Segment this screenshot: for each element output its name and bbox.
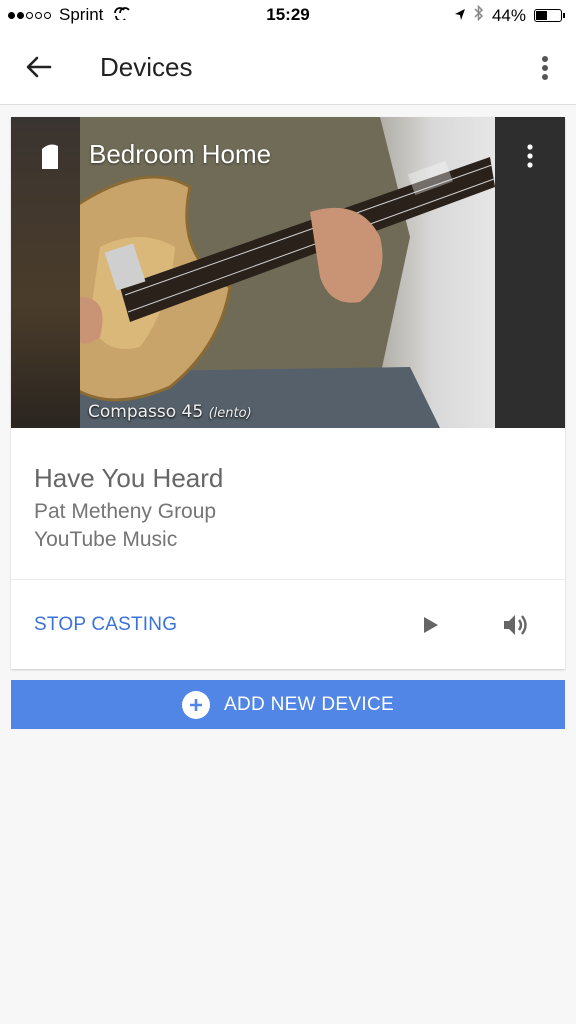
device-name: Bedroom Home bbox=[89, 139, 272, 169]
bluetooth-icon bbox=[474, 4, 484, 26]
video-caption: Compasso 45 (lento) bbox=[88, 402, 252, 422]
add-circle-icon bbox=[182, 690, 211, 719]
overflow-menu-button[interactable] bbox=[528, 48, 562, 88]
add-new-device-label: ADD NEW DEVICE bbox=[224, 693, 394, 715]
artist-name: Pat Metheny Group bbox=[34, 500, 217, 523]
volume-button[interactable] bbox=[498, 609, 534, 641]
song-title: Have You Heard bbox=[34, 463, 224, 493]
more-vert-icon bbox=[527, 144, 533, 168]
more-vert-icon bbox=[542, 56, 548, 80]
back-button[interactable] bbox=[18, 46, 60, 88]
video-caption-text: Compasso 45 bbox=[88, 402, 204, 422]
device-card: Bedroom Home Compasso 45 (lento) Have Yo… bbox=[11, 117, 565, 669]
play-button[interactable] bbox=[416, 609, 446, 641]
status-right: 44% bbox=[454, 4, 565, 26]
source-app: YouTube Music bbox=[34, 528, 178, 551]
track-info: Have You Heard Pat Metheny Group YouTube… bbox=[34, 463, 223, 552]
video-caption-suffix: (lento) bbox=[208, 406, 252, 421]
location-icon bbox=[454, 6, 466, 26]
device-menu-button[interactable] bbox=[519, 141, 541, 171]
add-new-device-button[interactable]: ADD NEW DEVICE bbox=[11, 680, 565, 729]
battery-percent: 44% bbox=[491, 5, 526, 25]
page-title: Devices bbox=[100, 52, 193, 82]
stop-casting-button[interactable]: STOP CASTING bbox=[34, 614, 177, 636]
play-icon bbox=[424, 617, 438, 633]
status-bar: Sprint 15:29 44% bbox=[0, 0, 576, 30]
app-bar: Devices bbox=[0, 30, 576, 105]
battery-icon bbox=[534, 9, 565, 22]
google-home-icon bbox=[42, 144, 58, 169]
now-playing-artwork[interactable]: Bedroom Home Compasso 45 (lento) bbox=[11, 117, 565, 428]
volume-icon bbox=[504, 615, 527, 635]
arrow-left-icon bbox=[26, 56, 52, 78]
divider bbox=[11, 579, 565, 580]
